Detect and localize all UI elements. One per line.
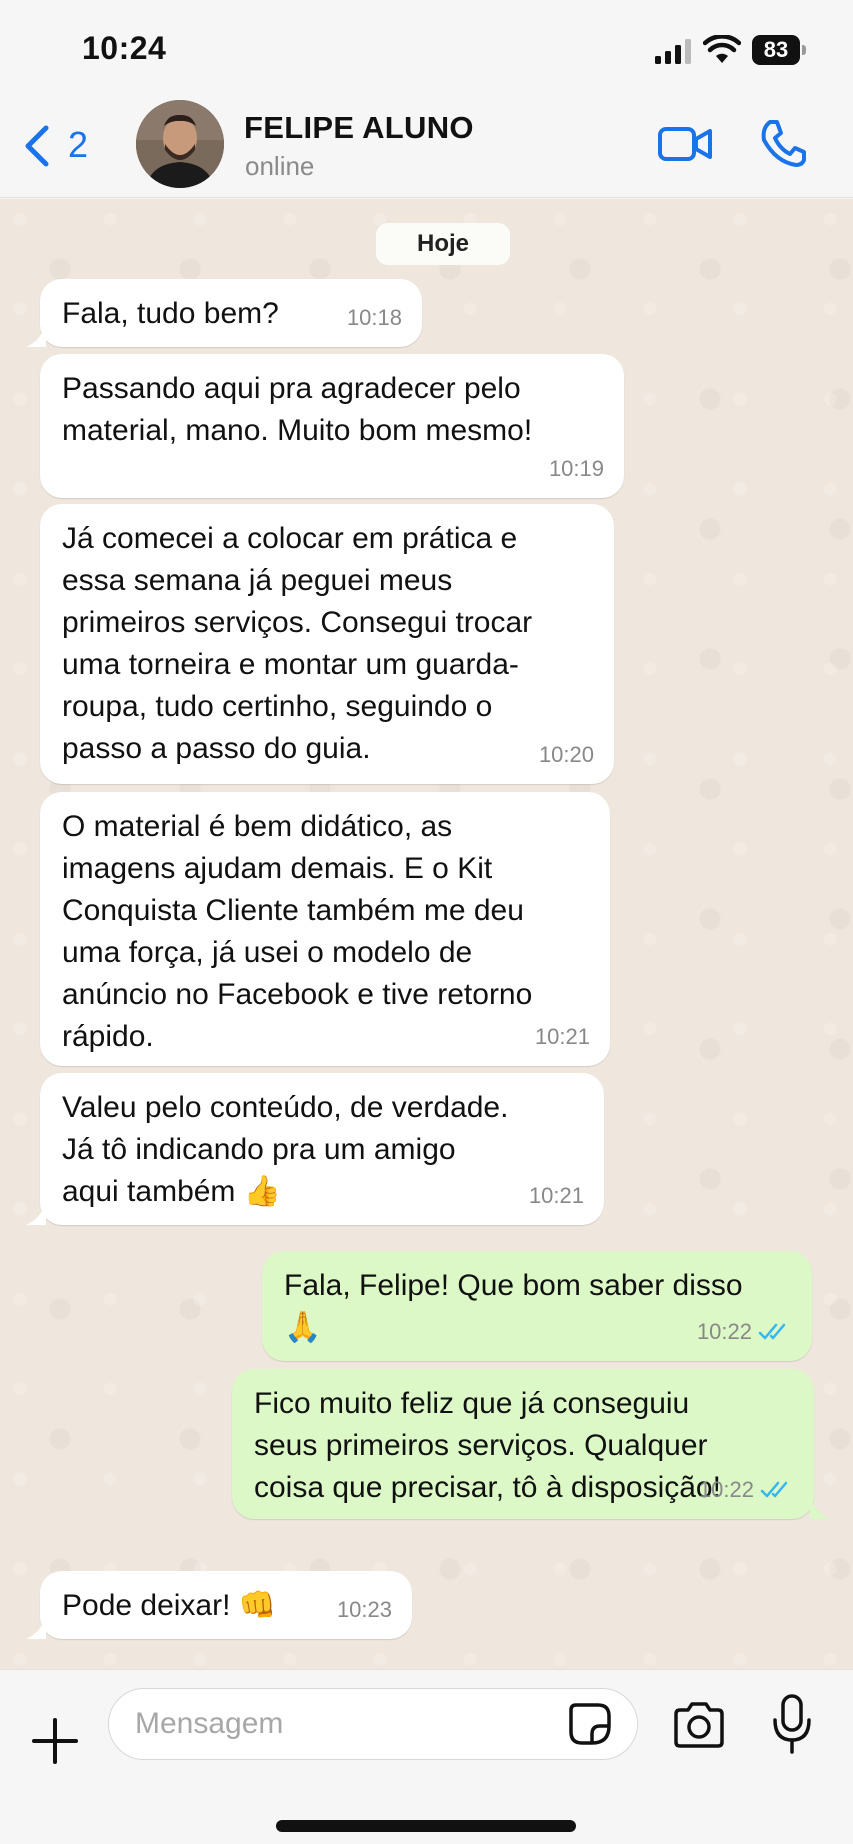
message-outgoing[interactable]: Fico muito feliz que já conseguiu seus p… — [232, 1369, 814, 1519]
signal-icon — [655, 39, 691, 64]
input-bar — [0, 1669, 853, 1844]
message-time: 10:21 — [534, 1024, 590, 1049]
plus-icon[interactable] — [32, 1718, 78, 1764]
message-text: Passando aqui pra agradecer pelo materia… — [62, 372, 533, 447]
message-incoming[interactable]: Passando aqui pra agradecer pelo materia… — [40, 354, 624, 498]
bubble-tail — [26, 1617, 46, 1639]
contact-name[interactable]: FELIPE ALUNO — [244, 110, 474, 146]
message-incoming[interactable]: O material é bem didático, as imagens aj… — [40, 792, 610, 1066]
contact-status: online — [245, 151, 315, 181]
back-chevron-icon[interactable] — [22, 124, 52, 168]
message-text: Valeu pelo conteúdo, de verdade. Já tô i… — [62, 1091, 509, 1208]
phone-icon[interactable] — [760, 118, 806, 168]
message-incoming[interactable]: Valeu pelo conteúdo, de verdade. Já tô i… — [40, 1073, 604, 1225]
status-time: 10:24 — [82, 30, 167, 66]
message-text: Já comecei a colocar em prática e essa s… — [62, 522, 533, 765]
message-time: 10:18 — [346, 305, 402, 330]
message-incoming[interactable]: Já comecei a colocar em prática e essa s… — [40, 504, 614, 784]
unread-count[interactable]: 2 — [68, 124, 88, 166]
bubble-tail — [26, 1203, 46, 1225]
chat-area[interactable]: Hoje Fala, tudo bem? 10:18 Passando aqui… — [0, 199, 853, 1669]
date-chip: Hoje — [376, 223, 510, 265]
message-time: 10:22 — [696, 1319, 752, 1344]
message-time: 10:23 — [336, 1597, 392, 1622]
message-outgoing[interactable]: Fala, Felipe! Que bom saber disso 🙏 10:2… — [262, 1251, 812, 1361]
microphone-icon[interactable] — [770, 1694, 814, 1754]
sticker-icon[interactable] — [568, 1702, 612, 1746]
message-incoming[interactable]: Pode deixar! 👊 10:23 — [40, 1571, 412, 1639]
status-bar: 10:24 83 — [0, 0, 853, 96]
battery-level: 83 — [763, 37, 789, 62]
bubble-tail — [810, 1497, 830, 1519]
message-text: O material é bem didático, as imagens aj… — [62, 810, 533, 1053]
double-check-icon — [758, 1323, 786, 1340]
avatar[interactable] — [136, 100, 224, 188]
double-check-icon — [760, 1481, 788, 1498]
battery-icon: 83 — [752, 35, 806, 65]
message-time: 10:19 — [548, 456, 604, 481]
avatar-photo — [136, 100, 224, 188]
bubble-tail — [26, 325, 46, 347]
video-call-icon[interactable] — [658, 123, 712, 165]
wifi-icon — [703, 35, 741, 63]
chat-header: 2 FELIPE ALUNO online — [0, 96, 853, 198]
message-incoming[interactable]: Fala, tudo bem? 10:18 — [40, 279, 422, 347]
camera-icon[interactable] — [672, 1702, 726, 1748]
message-time: 10:21 — [528, 1183, 584, 1208]
message-time: 10:20 — [538, 742, 594, 767]
message-time: 10:22 — [698, 1477, 754, 1502]
message-input[interactable] — [108, 1688, 638, 1760]
home-indicator[interactable] — [276, 1820, 576, 1832]
